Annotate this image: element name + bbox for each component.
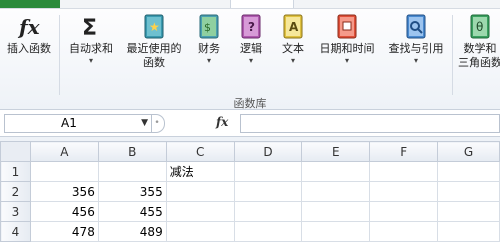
cell-d2[interactable] — [233, 181, 303, 202]
logical-label: 逻辑 — [240, 42, 262, 55]
insert-function-button[interactable]: fx 插入函数 — [0, 9, 58, 99]
fx-icon: fx — [17, 15, 41, 39]
svg-text:A: A — [289, 20, 299, 34]
chevron-down-icon: ▾ — [88, 56, 93, 65]
cell-c3[interactable] — [165, 201, 235, 222]
datetime-book-icon — [337, 14, 357, 39]
formula-input[interactable] — [240, 114, 500, 133]
cell-d3[interactable] — [233, 201, 303, 222]
row-header[interactable]: 2 — [0, 181, 31, 202]
cell-e3[interactable] — [301, 201, 371, 222]
cell-e4[interactable] — [301, 221, 371, 242]
finance-book-icon: $ — [199, 14, 219, 39]
name-box[interactable]: A1 ▼ — [4, 114, 152, 133]
column-header[interactable]: C — [165, 141, 235, 162]
row-header[interactable]: 3 — [0, 201, 31, 222]
cell-d1[interactable] — [233, 161, 303, 182]
column-header[interactable]: B — [97, 141, 167, 162]
cell-b3[interactable]: 455 — [97, 201, 167, 222]
insert-function-fx-icon[interactable]: fx — [216, 115, 228, 129]
cell-d4[interactable] — [233, 221, 303, 242]
chevron-down-icon: ▾ — [206, 56, 211, 65]
svg-text:Σ: Σ — [82, 16, 97, 41]
file-tab[interactable] — [0, 0, 60, 8]
ribbon: fx 插入函数 Σ 自动求和 ▾ ★ 最近使用的 函数 $ 财务 ▾ ? 逻辑 … — [0, 9, 500, 110]
column-header[interactable]: G — [437, 141, 500, 162]
date-time-button[interactable]: 日期和时间 ▾ — [314, 9, 380, 99]
formula-bar-handle-icon[interactable]: • — [150, 114, 165, 133]
chevron-down-icon[interactable]: ▼ — [141, 115, 148, 132]
cell-e1[interactable] — [301, 161, 371, 182]
cell-f1[interactable] — [369, 161, 439, 182]
lookup-book-icon — [406, 14, 426, 39]
ribbon-separator — [452, 15, 453, 95]
chevron-down-icon: ▾ — [290, 56, 295, 65]
financial-button[interactable]: $ 财务 ▾ — [190, 9, 228, 99]
cell-g1[interactable] — [437, 161, 500, 182]
formula-bar: A1 ▼ • fx — [0, 110, 500, 137]
chevron-down-icon: ▾ — [344, 56, 349, 65]
cell-g4[interactable] — [437, 221, 500, 242]
cell-f3[interactable] — [369, 201, 439, 222]
chevron-down-icon: ▾ — [413, 56, 418, 65]
cell-c2[interactable] — [165, 181, 235, 202]
svg-text:?: ? — [248, 20, 255, 34]
chevron-down-icon: ▾ — [248, 56, 253, 65]
svg-text:★: ★ — [149, 20, 160, 34]
lookup-reference-button[interactable]: 查找与引用 ▾ — [382, 9, 450, 99]
cell-c4[interactable] — [165, 221, 235, 242]
text-book-icon: A — [283, 14, 303, 39]
ribbon-separator — [59, 15, 60, 95]
recently-used-label-line2: 函数 — [143, 56, 165, 69]
column-header[interactable]: E — [301, 141, 371, 162]
svg-text:θ: θ — [476, 20, 483, 34]
spreadsheet-grid: A B C D E F G 1 减法 2 356 355 3 456 455 4… — [0, 141, 500, 242]
select-all-corner[interactable] — [0, 141, 31, 162]
cell-b2[interactable]: 355 — [97, 181, 167, 202]
sigma-icon: Σ — [82, 16, 97, 41]
logic-book-icon: ? — [241, 14, 261, 39]
formulas-tab[interactable] — [230, 0, 294, 8]
cell-g2[interactable] — [437, 181, 500, 202]
svg-text:fx: fx — [17, 15, 41, 39]
math-book-icon: θ — [470, 14, 490, 39]
financial-label: 财务 — [198, 42, 220, 55]
math-trig-label-line2: 三角函数 — [458, 56, 500, 69]
cell-f2[interactable] — [369, 181, 439, 202]
row-header[interactable]: 1 — [0, 161, 31, 182]
cell-c1[interactable]: 减法 — [165, 161, 235, 182]
recent-book-icon: ★ — [144, 14, 164, 39]
autosum-button[interactable]: Σ 自动求和 ▾ — [62, 9, 120, 99]
cell-g3[interactable] — [437, 201, 500, 222]
insert-function-label: 插入函数 — [7, 42, 51, 55]
cell-b4[interactable]: 489 — [97, 221, 167, 242]
recently-used-button[interactable]: ★ 最近使用的 函数 — [120, 9, 188, 99]
column-header[interactable]: D — [233, 141, 303, 162]
text-functions-label: 文本 — [282, 42, 304, 55]
cell-a2[interactable]: 356 — [29, 181, 99, 202]
math-trig-button[interactable]: θ 数学和 三角函数 — [456, 9, 500, 99]
cell-a4[interactable]: 478 — [29, 221, 99, 242]
name-box-value: A1 — [61, 116, 77, 130]
cell-e2[interactable] — [301, 181, 371, 202]
logical-button[interactable]: ? 逻辑 ▾ — [232, 9, 270, 99]
function-library-group-label: 函数库 — [233, 97, 267, 110]
cell-f4[interactable] — [369, 221, 439, 242]
cell-a3[interactable]: 456 — [29, 201, 99, 222]
column-header[interactable]: F — [369, 141, 439, 162]
row-header[interactable]: 4 — [0, 221, 31, 242]
date-time-label: 日期和时间 — [319, 42, 375, 55]
autosum-label: 自动求和 — [69, 42, 113, 55]
ribbon-tab-strip — [0, 0, 500, 9]
cell-a1[interactable] — [29, 161, 99, 182]
svg-text:$: $ — [204, 21, 211, 34]
text-functions-button[interactable]: A 文本 ▾ — [274, 9, 312, 99]
lookup-reference-label: 查找与引用 — [388, 42, 444, 55]
cell-b1[interactable] — [97, 161, 167, 182]
column-header[interactable]: A — [29, 141, 99, 162]
